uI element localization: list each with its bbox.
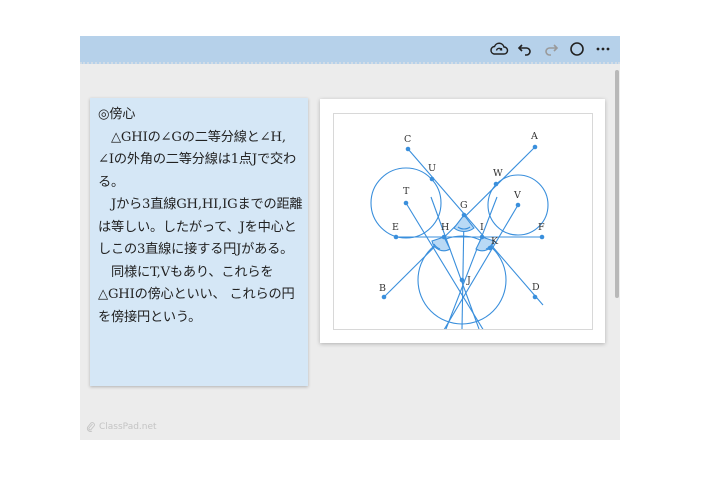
undo-icon[interactable] (514, 38, 536, 60)
point-j[interactable] (459, 277, 465, 283)
excircle-diagram: C A B D E F G H I J K T U V W (370, 131, 549, 329)
point-w[interactable] (493, 181, 499, 187)
top-bar (80, 36, 620, 64)
point-h[interactable] (441, 234, 447, 240)
point-b[interactable] (381, 294, 387, 300)
label-h: H (441, 222, 449, 233)
point-e[interactable] (393, 234, 399, 240)
point-g[interactable] (461, 212, 467, 218)
note-paragraph: 同様にT,Vもあり、これらを△GHIの傍心といい、 これらの円を傍接円という。 (98, 264, 295, 325)
point-t[interactable] (403, 200, 409, 206)
point-c[interactable] (405, 146, 411, 152)
note-paragraph: △GHIの∠Gの二等分線と∠H, ∠Iの外角の二等分線は1点Jで交わる。 (98, 129, 296, 190)
label-d: D (532, 282, 540, 293)
point-d[interactable] (532, 294, 538, 300)
vertical-scrollbar[interactable] (614, 66, 620, 436)
geometry-figure-card[interactable]: C A B D E F G H I J K T U V W (320, 99, 605, 343)
point-v[interactable] (515, 202, 521, 208)
label-k: K (491, 236, 499, 247)
redo-icon[interactable] (540, 38, 562, 60)
point-f[interactable] (539, 234, 545, 240)
bisector-gj (461, 214, 465, 329)
sticky-note[interactable]: ◎傍心 △GHIの∠Gの二等分線と∠H, ∠Iの外角の二等分線は1点Jで交わる。… (90, 98, 308, 386)
paperclip-icon (86, 422, 95, 432)
label-w: W (493, 168, 503, 179)
scrollbar-thumb[interactable] (615, 70, 619, 298)
geometry-figure-frame: C A B D E F G H I J K T U V W (333, 113, 593, 330)
cloud-sync-icon[interactable] (488, 38, 510, 60)
label-g: G (460, 200, 468, 211)
label-e: E (392, 222, 399, 233)
circle-icon[interactable] (566, 38, 588, 60)
label-c: C (404, 134, 411, 145)
point-a[interactable] (532, 144, 538, 150)
label-f: F (538, 222, 545, 233)
brand-text: ClassPad.net (99, 422, 157, 432)
label-j: J (466, 275, 471, 286)
point-u[interactable] (429, 176, 435, 182)
note-paragraph: Jから3直線GH,HI,IGまでの距離は等しい。したがって、Jを中心としこの3直… (98, 197, 303, 257)
label-t: T (403, 186, 410, 197)
note-heading: ◎傍心 (98, 107, 136, 122)
brand-watermark: ClassPad.net (86, 422, 157, 432)
label-v: V (513, 190, 521, 201)
note-text: ◎傍心 △GHIの∠Gの二等分線と∠H, ∠Iの外角の二等分線は1点Jで交わる。… (98, 104, 304, 329)
point-i[interactable] (479, 234, 485, 240)
toolbar (488, 38, 614, 60)
label-u: U (428, 163, 436, 174)
label-b: B (379, 283, 386, 294)
classpad-window: ◎傍心 △GHIの∠Gの二等分線と∠H, ∠Iの外角の二等分線は1点Jで交わる。… (80, 36, 620, 440)
label-i: I (480, 222, 484, 233)
label-a: A (530, 131, 538, 142)
more-icon[interactable] (592, 38, 614, 60)
